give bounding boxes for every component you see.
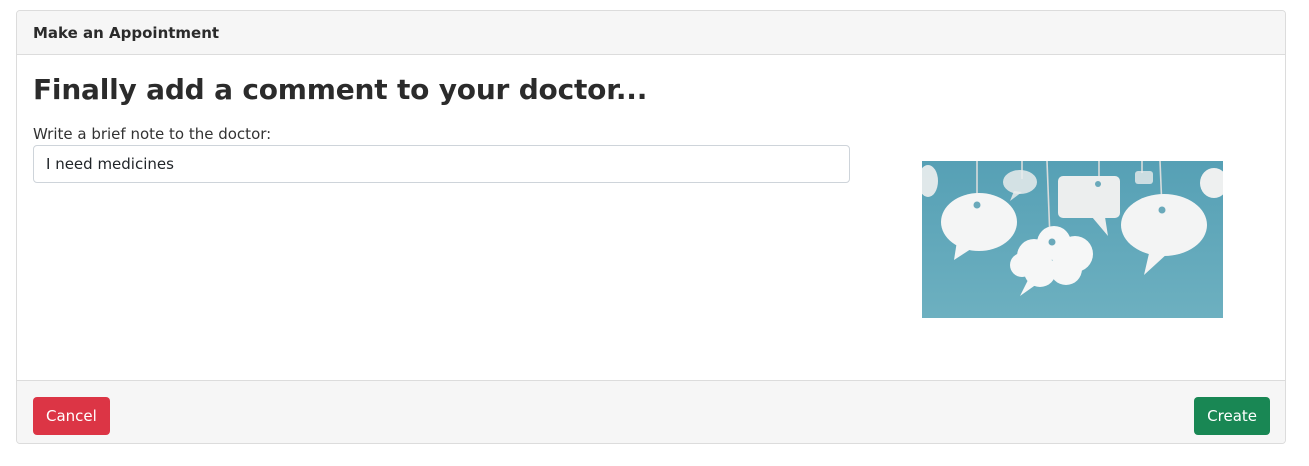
cancel-button[interactable]: Cancel: [33, 397, 110, 435]
speech-bubbles-illustration: [922, 161, 1223, 318]
card-body: Finally add a comment to your doctor... …: [17, 55, 1285, 382]
card-header-title: Make an Appointment: [33, 23, 220, 42]
page-title: Finally add a comment to your doctor...: [33, 73, 648, 106]
card-header: Make an Appointment: [17, 11, 1285, 55]
appointment-card: Make an Appointment Finally add a commen…: [16, 10, 1286, 444]
card-footer: Cancel Create: [17, 380, 1285, 443]
note-label: Write a brief note to the doctor:: [33, 125, 272, 143]
create-button[interactable]: Create: [1194, 397, 1270, 435]
note-input[interactable]: [33, 145, 850, 183]
